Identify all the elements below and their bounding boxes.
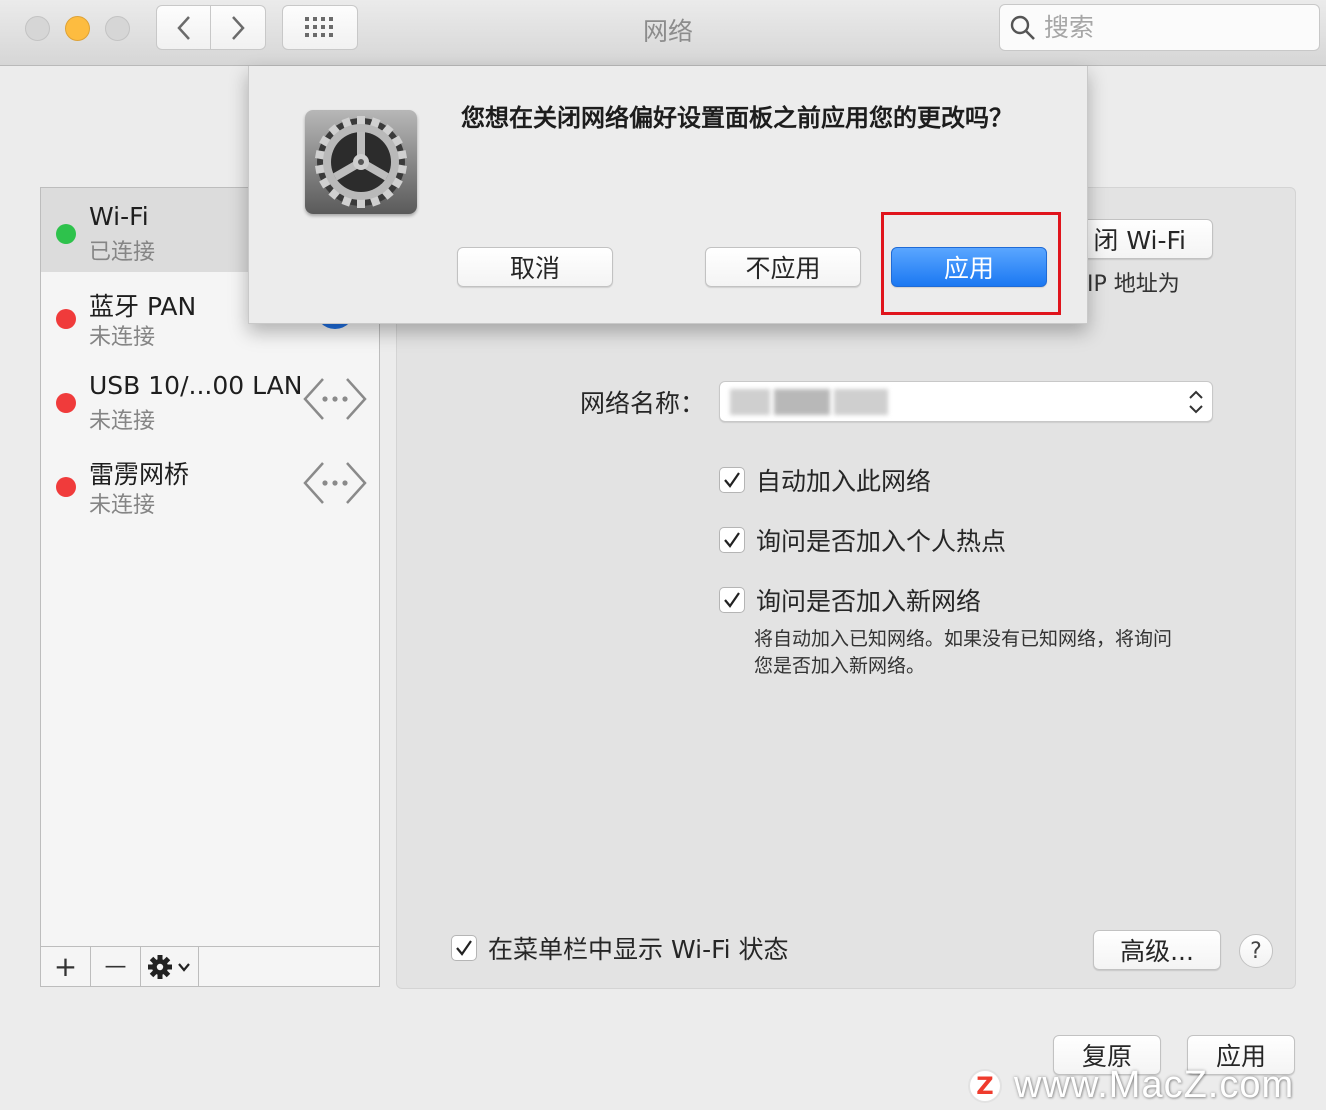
service-list-toolbar: + — xyxy=(41,946,379,986)
service-status: 已连接 xyxy=(89,240,156,265)
auto-join-checkbox[interactable]: 自动加入此网络 xyxy=(719,462,931,498)
checkmark-icon xyxy=(724,592,740,608)
gear-dropdown-icon xyxy=(147,954,190,979)
gear-icon xyxy=(315,116,407,208)
network-name-select[interactable] xyxy=(719,381,1213,422)
service-status: 未连接 xyxy=(89,493,156,518)
checkbox[interactable] xyxy=(451,935,477,961)
watermark: Z www.MacZ.com xyxy=(968,1064,1294,1107)
plus-icon: + xyxy=(53,950,78,983)
ethernet-arrows-icon xyxy=(303,462,367,504)
checkmark-icon xyxy=(724,532,740,548)
ask-new-network-description: 将自动加入已知网络。如果没有已知网络，将询问 您是否加入新网络。 xyxy=(754,626,1224,680)
status-dot xyxy=(56,393,76,413)
checkbox-label: 在菜单栏中显示 Wi-Fi 状态 xyxy=(488,935,789,964)
dialog-cancel-button[interactable]: 取消 xyxy=(457,247,613,287)
redacted-network-name xyxy=(834,389,888,415)
system-preferences-gear-icon xyxy=(305,110,417,214)
updown-chevron-icon xyxy=(1189,390,1203,414)
macz-logo-icon: Z xyxy=(968,1068,1002,1103)
ask-hotspot-checkbox[interactable]: 询问是否加入个人热点 xyxy=(719,522,1006,558)
checkbox[interactable] xyxy=(719,467,745,493)
advanced-button[interactable]: 高级... xyxy=(1093,930,1221,970)
show-wifi-status-checkbox[interactable]: 在菜单栏中显示 Wi-Fi 状态 xyxy=(451,930,789,966)
checkmark-icon xyxy=(724,472,740,488)
checkbox[interactable] xyxy=(719,527,745,553)
ethernet-arrows-icon xyxy=(303,378,367,420)
search-input[interactable] xyxy=(1044,13,1304,42)
apply-button-highlight xyxy=(881,212,1061,315)
dialog-dont-apply-button[interactable]: 不应用 xyxy=(705,247,861,287)
ip-address-text: IP 地址为 xyxy=(1087,272,1180,297)
service-item-thunderbolt-bridge[interactable]: 雷雳网桥 未连接 xyxy=(41,441,379,525)
description-line: 将自动加入已知网络。如果没有已知网络，将询问 xyxy=(754,628,1173,650)
service-name: 雷雳网桥 xyxy=(89,460,190,489)
status-dot xyxy=(56,224,76,244)
checkbox[interactable] xyxy=(719,587,745,613)
network-name-label: 网络名称： xyxy=(580,389,706,418)
service-name: Wi-Fi xyxy=(89,202,149,231)
service-name: 蓝牙 PAN xyxy=(89,292,197,321)
description-line: 您是否加入新网络。 xyxy=(754,655,926,677)
checkmark-icon xyxy=(456,940,472,956)
minus-icon: — xyxy=(104,954,127,979)
service-item-usb-lan[interactable]: USB 10/...00 LAN 未连接 xyxy=(41,357,379,441)
add-service-button[interactable]: + xyxy=(41,947,91,986)
search-field[interactable] xyxy=(999,4,1320,51)
status-dot xyxy=(56,309,76,329)
watermark-text: www.MacZ.com xyxy=(1014,1064,1295,1106)
help-button[interactable]: ? xyxy=(1239,934,1273,968)
service-name: USB 10/...00 LAN xyxy=(89,371,303,400)
redacted-network-name xyxy=(774,389,830,415)
turn-off-wifi-button[interactable]: 闭 Wi-Fi xyxy=(1070,219,1213,259)
title-bar: 网络 xyxy=(0,0,1326,66)
dialog-message: 您想在关闭网络偏好设置面板之前应用您的更改吗？ xyxy=(461,104,1013,132)
status-dot xyxy=(56,477,76,497)
checkbox-label: 询问是否加入个人热点 xyxy=(756,527,1007,556)
remove-service-button[interactable]: — xyxy=(91,947,141,986)
ask-new-network-checkbox[interactable]: 询问是否加入新网络 xyxy=(719,582,981,618)
action-menu-button[interactable] xyxy=(141,947,199,986)
checkbox-label: 询问是否加入新网络 xyxy=(756,587,982,616)
service-status: 未连接 xyxy=(89,325,156,350)
service-status: 未连接 xyxy=(89,409,156,434)
search-icon xyxy=(1010,15,1035,40)
checkbox-label: 自动加入此网络 xyxy=(756,467,932,496)
redacted-network-name xyxy=(730,389,770,415)
